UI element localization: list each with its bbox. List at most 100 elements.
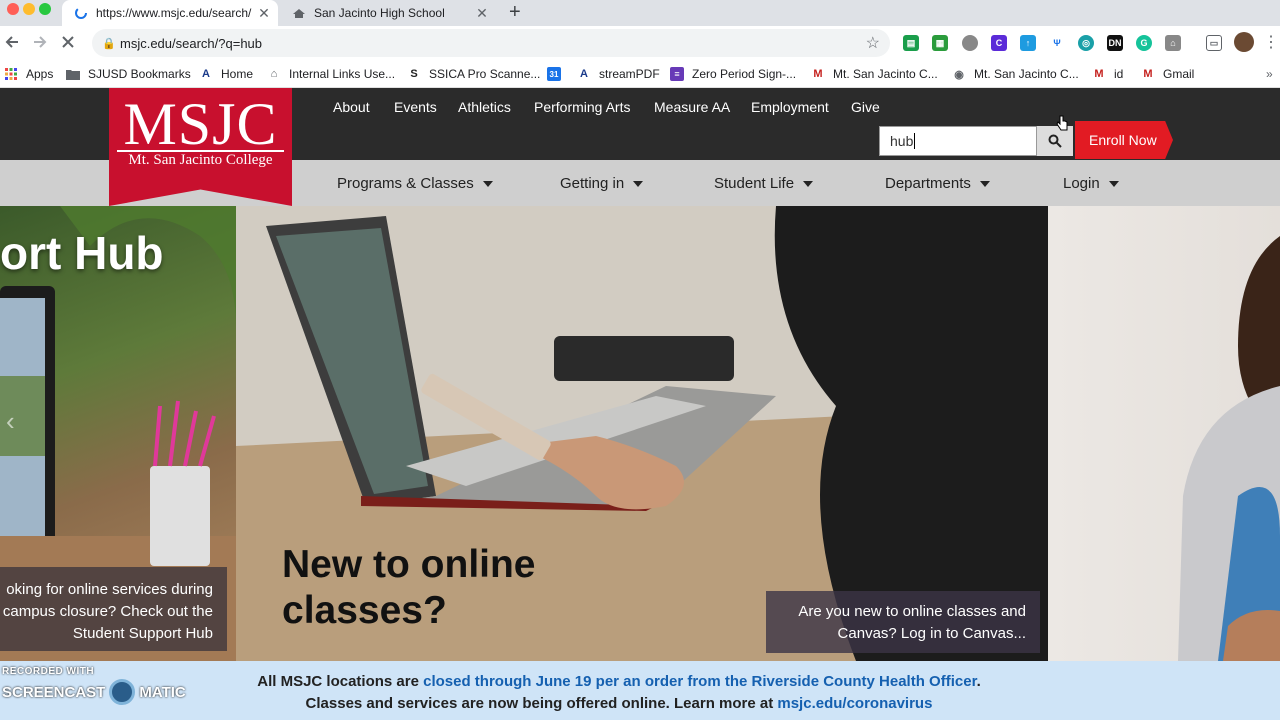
bookmark-sjusd[interactable]: SJUSD Bookmarks bbox=[66, 64, 191, 84]
folder-icon bbox=[66, 67, 80, 81]
address-bar[interactable]: 🔒 msjc.edu/search/?q=hub ☆ bbox=[92, 29, 890, 57]
extension-icon[interactable]: G bbox=[1136, 35, 1152, 51]
nav-departments[interactable]: Departments bbox=[885, 175, 990, 192]
watermark-line: MATIC bbox=[139, 683, 186, 701]
alert-text: All MSJC locations are bbox=[257, 673, 424, 690]
caption-line: Are you new to online classes and bbox=[798, 603, 1026, 620]
gmail-icon: M bbox=[813, 68, 823, 80]
extension-icon[interactable]: ◎ bbox=[1078, 35, 1094, 51]
nav-label: Login bbox=[1063, 175, 1100, 192]
bookmark-label: streamPDF bbox=[599, 67, 660, 81]
caption-line: Student Support Hub bbox=[72, 625, 213, 642]
search-value: hub bbox=[890, 133, 914, 149]
top-link-employment[interactable]: Employment bbox=[751, 99, 829, 115]
covid-alert-bar: All MSJC locations are closed through Ju… bbox=[0, 661, 1280, 720]
bookmarks-bar: Apps SJUSD Bookmarks A Home ⌂ Internal L… bbox=[0, 60, 1280, 88]
caption-line: oking for online services during bbox=[6, 581, 213, 598]
msjc-logo[interactable]: MSJC Mt. San Jacinto College bbox=[109, 88, 292, 206]
lock-icon: 🔒 bbox=[102, 37, 116, 50]
bookmark-internal-links[interactable]: ⌂ Internal Links Use... bbox=[267, 64, 395, 84]
stop-button[interactable] bbox=[56, 30, 80, 54]
bookmark-label: Home bbox=[221, 67, 254, 81]
new-tab-button[interactable]: + bbox=[509, 1, 521, 24]
nav-label: Student Life bbox=[714, 175, 795, 192]
nav-login[interactable]: Login bbox=[1063, 175, 1119, 192]
close-tab-icon[interactable]: ✕ bbox=[474, 5, 490, 22]
bookmark-home[interactable]: A Home bbox=[199, 64, 253, 84]
nav-student-life[interactable]: Student Life bbox=[714, 175, 814, 192]
hero-slide-next[interactable] bbox=[1048, 206, 1280, 661]
bookmark-streampdf[interactable]: A streamPDF bbox=[577, 64, 660, 84]
bookmarks-overflow-icon[interactable]: » bbox=[1266, 64, 1273, 84]
close-tab-icon[interactable]: ✕ bbox=[256, 5, 272, 22]
minimize-window-button[interactable] bbox=[23, 3, 35, 15]
bookmark-calendar[interactable]: 31 bbox=[547, 64, 569, 84]
top-link-events[interactable]: Events bbox=[394, 99, 437, 115]
loading-icon bbox=[74, 6, 88, 20]
carousel-prev-icon[interactable]: ‹ bbox=[6, 406, 15, 437]
caret-down-icon bbox=[1108, 180, 1119, 187]
screencast-logo-icon bbox=[109, 679, 136, 705]
forward-button[interactable] bbox=[28, 30, 52, 54]
search-input[interactable]: hub bbox=[879, 126, 1037, 156]
nav-getting-in[interactable]: Getting in bbox=[560, 175, 644, 192]
hero-online-title: New to online classes? bbox=[282, 542, 536, 634]
extension-icon[interactable]: ⌂ bbox=[1165, 35, 1181, 51]
extension-icon[interactable]: Ψ bbox=[1049, 35, 1065, 51]
top-link-give[interactable]: Give bbox=[851, 99, 880, 115]
enroll-now-button[interactable]: Enroll Now bbox=[1075, 121, 1173, 159]
school-icon: ⌂ bbox=[270, 68, 278, 80]
student-hoodie-photo bbox=[1178, 236, 1280, 661]
screencast-watermark: RECORDED WITH SCREENCAST MATIC bbox=[2, 666, 186, 705]
avatar[interactable] bbox=[1234, 32, 1254, 52]
bookmark-id[interactable]: M id bbox=[1092, 64, 1123, 84]
tab-san-jacinto-high[interactable]: San Jacinto High School ✕ bbox=[280, 0, 496, 26]
extension-icon[interactable]: ↑ bbox=[1020, 35, 1036, 51]
alert-closure-link[interactable]: closed through June 19 per an order from… bbox=[423, 673, 976, 690]
bookmark-zero-period[interactable]: ≡ Zero Period Sign-... bbox=[670, 64, 796, 84]
extension-icon[interactable]: ▤ bbox=[903, 35, 919, 51]
bookmark-label: Gmail bbox=[1163, 67, 1195, 81]
bookmark-label: Zero Period Sign-... bbox=[692, 67, 797, 81]
bookmark-gmail[interactable]: M Gmail bbox=[1141, 64, 1194, 84]
top-link-measure-aa[interactable]: Measure AA bbox=[654, 99, 730, 115]
top-link-about[interactable]: About bbox=[333, 99, 370, 115]
bookmark-msjc-1[interactable]: M Mt. San Jacinto C... bbox=[811, 64, 937, 84]
apps-grid-icon bbox=[4, 67, 18, 81]
gmail-icon: M bbox=[1094, 68, 1104, 80]
top-link-athletics[interactable]: Athletics bbox=[458, 99, 511, 115]
extension-icon[interactable] bbox=[962, 35, 978, 51]
browser-toolbar: 🔒 msjc.edu/search/?q=hub ☆ ▤ ▦ C ↑ Ψ ◎ D… bbox=[0, 26, 1280, 60]
hero-hub-caption[interactable]: oking for online services during campus … bbox=[0, 567, 227, 651]
top-link-performing-arts[interactable]: Performing Arts bbox=[534, 99, 630, 115]
tab-msjc-search[interactable]: https://www.msjc.edu/search/ ✕ bbox=[62, 0, 278, 26]
menu-dots-icon[interactable]: ⋮ bbox=[1263, 30, 1279, 54]
nav-label: Getting in bbox=[560, 175, 625, 192]
alert-text: Classes and services are now being offer… bbox=[305, 695, 778, 712]
back-arrow-icon bbox=[5, 36, 18, 48]
bookmark-apps[interactable]: Apps bbox=[4, 64, 53, 84]
nav-programs-classes[interactable]: Programs & Classes bbox=[337, 175, 493, 192]
hero-canvas-caption[interactable]: Are you new to online classes and Canvas… bbox=[766, 591, 1040, 653]
bookmark-ssica[interactable]: S SSICA Pro Scanne... bbox=[407, 64, 540, 84]
maximize-window-button[interactable] bbox=[39, 3, 51, 15]
extension-icon[interactable]: DN bbox=[1107, 35, 1123, 51]
bookmark-label: SSICA Pro Scanne... bbox=[429, 67, 541, 81]
bookmark-msjc-2[interactable]: ◉ Mt. San Jacinto C... bbox=[952, 64, 1079, 84]
search-icon bbox=[1048, 134, 1062, 148]
close-icon bbox=[62, 36, 74, 48]
title-line: classes? bbox=[282, 589, 447, 632]
enroll-label: Enroll Now bbox=[1089, 132, 1157, 148]
alert-coronavirus-link[interactable]: msjc.edu/coronavirus bbox=[777, 695, 932, 712]
bookmark-star-icon[interactable]: ☆ bbox=[866, 33, 880, 53]
extension-icon[interactable]: C bbox=[991, 35, 1007, 51]
close-window-button[interactable] bbox=[7, 3, 19, 15]
alert-text: . bbox=[976, 673, 981, 690]
extension-icon[interactable]: ▦ bbox=[932, 35, 948, 51]
school-icon bbox=[292, 6, 306, 20]
logo-text: MSJC bbox=[123, 91, 278, 157]
bookmark-label: Mt. San Jacinto C... bbox=[974, 67, 1079, 81]
hero-hub-title: ort Hub bbox=[0, 227, 164, 279]
cast-icon[interactable]: ▭ bbox=[1206, 35, 1222, 51]
back-button[interactable] bbox=[0, 30, 24, 54]
